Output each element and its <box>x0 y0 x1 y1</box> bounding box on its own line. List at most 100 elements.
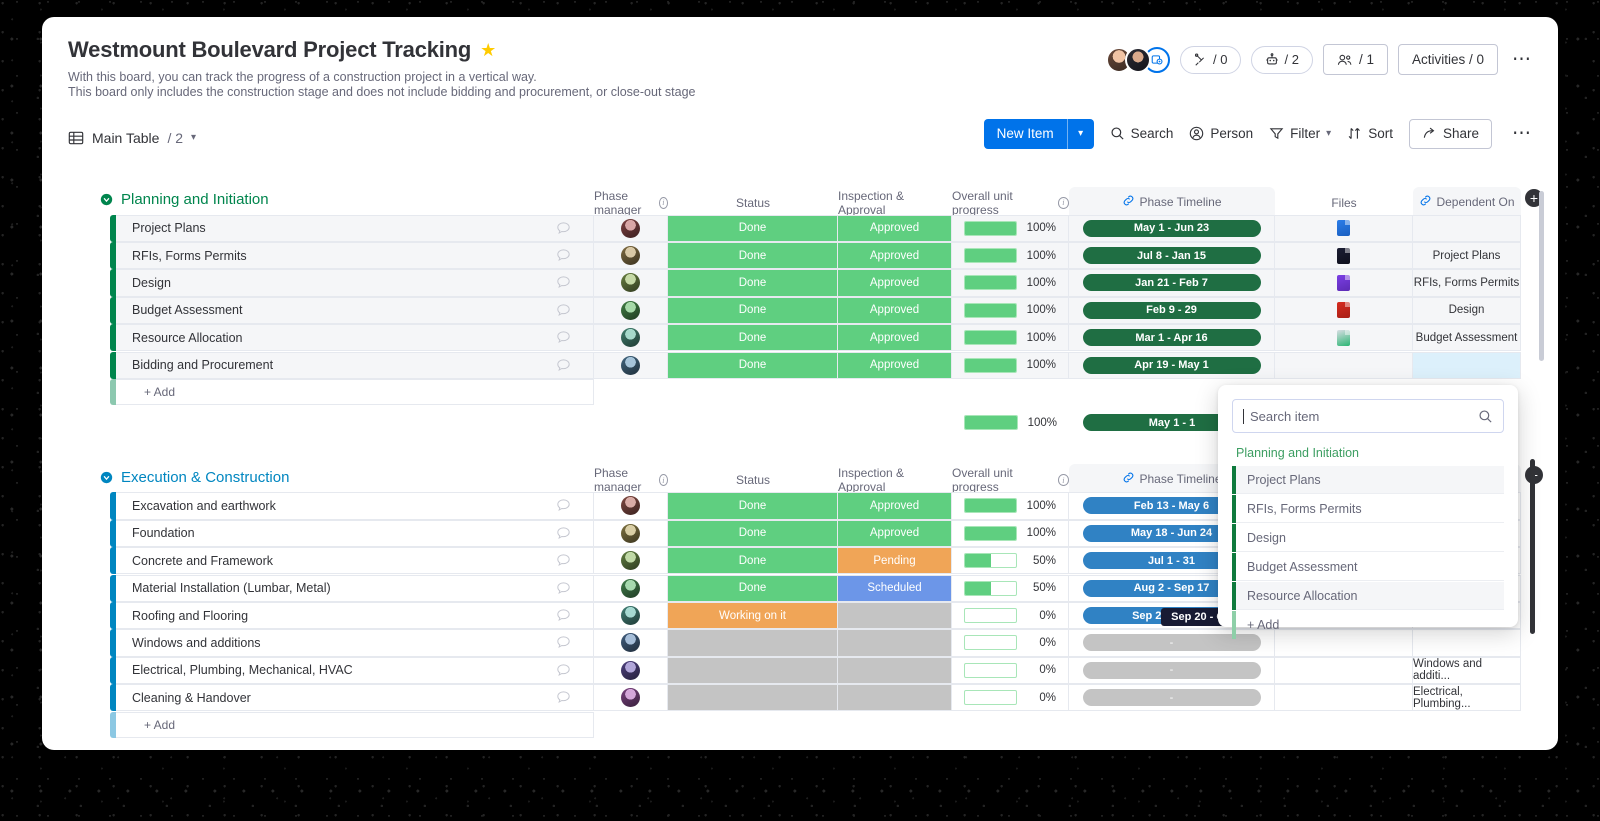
column-header-inspection-approval[interactable]: Inspection & Approval <box>838 189 952 217</box>
info-icon[interactable]: i <box>1057 474 1069 487</box>
person-filter-button[interactable]: Person <box>1189 126 1253 141</box>
phase-manager-cell[interactable] <box>594 241 668 270</box>
column-header-inspection-approval[interactable]: Inspection & Approval <box>838 466 952 494</box>
table-row[interactable]: Roofing and Flooring <box>110 601 594 630</box>
new-item-dropdown-icon[interactable]: ▾ <box>1068 119 1094 149</box>
inspection-approval-cell[interactable]: Scheduled <box>838 574 952 602</box>
column-header-overall-unit-progress[interactable]: Overall unit progress i <box>952 466 1069 494</box>
files-cell[interactable] <box>1275 269 1413 297</box>
row-name-cell[interactable]: Electrical, Plumbing, Mechanical, HVAC <box>116 656 594 685</box>
row-name-cell[interactable]: Design <box>116 269 594 297</box>
comment-bubble-icon[interactable] <box>556 608 571 626</box>
overall-unit-progress-cell[interactable]: 100% <box>952 241 1069 270</box>
phase-manager-cell[interactable] <box>594 269 668 297</box>
overall-unit-progress-cell[interactable]: 100% <box>952 296 1069 325</box>
overall-unit-progress-cell[interactable]: 100% <box>952 214 1069 242</box>
star-icon[interactable]: ★ <box>480 41 496 59</box>
comment-bubble-icon[interactable] <box>556 635 571 653</box>
overall-unit-progress-cell[interactable]: 50% <box>952 547 1069 575</box>
comment-bubble-icon[interactable] <box>556 358 571 376</box>
avatar[interactable] <box>621 496 640 516</box>
table-row[interactable]: Cleaning & Handover <box>110 684 594 712</box>
integrations-button[interactable]: / 0 <box>1180 45 1242 74</box>
phase-timeline-cell[interactable]: Feb 9 - 29 <box>1069 296 1275 325</box>
avatar[interactable] <box>621 218 640 238</box>
comment-bubble-icon[interactable] <box>556 330 571 348</box>
table-row[interactable]: Design <box>110 269 594 297</box>
avatar[interactable] <box>621 606 640 626</box>
add-item-row[interactable]: + Add <box>110 711 594 738</box>
file-icon-dots[interactable] <box>1337 247 1350 264</box>
avatar[interactable] <box>621 523 640 543</box>
avatar[interactable] <box>621 660 640 680</box>
dependent-on-cell[interactable] <box>1413 351 1521 379</box>
table-row[interactable]: Material Installation (Lumbar, Metal) <box>110 574 594 602</box>
inspection-approval-cell[interactable] <box>838 656 952 685</box>
status-cell[interactable] <box>668 684 838 712</box>
avatar[interactable] <box>621 328 640 348</box>
dependent-on-cell[interactable]: Design <box>1413 296 1521 325</box>
overall-unit-progress-cell[interactable]: 100% <box>952 351 1069 379</box>
row-name-cell[interactable]: Resource Allocation <box>116 324 594 352</box>
chevron-down-icon[interactable]: ▾ <box>191 132 196 143</box>
info-icon[interactable]: i <box>658 474 668 487</box>
inspection-approval-cell[interactable] <box>838 629 952 657</box>
phase-timeline-cell[interactable]: Jan 21 - Feb 7 <box>1069 269 1275 297</box>
comment-bubble-icon[interactable] <box>556 303 571 321</box>
phase-timeline-cell[interactable]: - <box>1069 656 1275 685</box>
files-cell[interactable] <box>1275 656 1413 685</box>
status-cell[interactable]: Done <box>668 241 838 270</box>
overall-unit-progress-cell[interactable]: 0% <box>952 629 1069 657</box>
row-name-cell[interactable]: Material Installation (Lumbar, Metal) <box>116 574 594 602</box>
popup-list-item[interactable]: Design <box>1232 524 1504 552</box>
collapse-group-icon[interactable] <box>100 471 113 484</box>
overall-unit-progress-cell[interactable]: 0% <box>952 684 1069 712</box>
table-row[interactable]: Budget Assessment <box>110 296 594 325</box>
file-icon-purple[interactable] <box>1337 274 1350 291</box>
add-item-row[interactable]: + Add <box>110 378 594 405</box>
status-cell[interactable]: Done <box>668 351 838 379</box>
dependent-on-cell[interactable]: RFIs, Forms Permits <box>1413 269 1521 297</box>
status-cell[interactable]: Done <box>668 214 838 242</box>
vertical-scrollbar[interactable] <box>1530 458 1535 634</box>
dependent-on-cell[interactable]: Electrical, Plumbing... <box>1413 684 1521 712</box>
phase-manager-cell[interactable] <box>594 656 668 685</box>
column-header-status[interactable]: Status <box>668 189 838 217</box>
row-name-cell[interactable]: Roofing and Flooring <box>116 601 594 630</box>
info-icon[interactable]: i <box>1057 196 1069 209</box>
status-cell[interactable]: Working on it <box>668 601 838 630</box>
phase-manager-cell[interactable] <box>594 601 668 630</box>
phase-manager-cell[interactable] <box>594 547 668 575</box>
add-item-label[interactable]: + Add <box>116 711 594 738</box>
dependent-on-cell[interactable]: Budget Assessment <box>1413 324 1521 352</box>
timeline-pill[interactable]: Jul 8 - Jan 15 <box>1082 247 1261 265</box>
automations-button[interactable]: / 2 <box>1251 45 1313 74</box>
dependent-on-cell[interactable]: Windows and additi... <box>1413 656 1521 685</box>
popup-add-item[interactable]: + Add <box>1232 611 1504 639</box>
comment-bubble-icon[interactable] <box>556 553 571 571</box>
row-name-cell[interactable]: Excavation and earthwork <box>116 492 594 520</box>
file-icon-drive[interactable] <box>1337 220 1350 237</box>
new-item-button[interactable]: New Item ▾ <box>983 118 1094 149</box>
phase-timeline-cell[interactable]: May 1 - Jun 23 <box>1069 214 1275 242</box>
phase-manager-cell[interactable] <box>594 351 668 379</box>
row-name-cell[interactable]: Budget Assessment <box>116 296 594 325</box>
group-title[interactable]: Planning and Initiation <box>121 191 269 208</box>
comment-bubble-icon[interactable] <box>556 690 571 708</box>
avatar[interactable] <box>621 355 640 375</box>
dependent-on-cell[interactable] <box>1413 214 1521 242</box>
table-row[interactable]: RFIs, Forms Permits <box>110 241 594 270</box>
table-row[interactable]: Resource Allocation <box>110 324 594 352</box>
overall-unit-progress-cell[interactable]: 100% <box>952 324 1069 352</box>
row-name-cell[interactable]: Bidding and Procurement <box>116 351 594 379</box>
search-button[interactable]: Search <box>1110 126 1173 141</box>
overall-unit-progress-cell[interactable]: 100% <box>952 492 1069 520</box>
board-members-button[interactable]: / 1 <box>1322 44 1388 75</box>
inspection-approval-cell[interactable]: Approved <box>838 519 952 548</box>
timeline-pill[interactable]: May 1 - Jun 23 <box>1082 219 1261 237</box>
phase-timeline-cell[interactable]: Mar 1 - Apr 16 <box>1069 324 1275 352</box>
activities-button[interactable]: Activities / 0 <box>1397 44 1498 75</box>
comment-bubble-icon[interactable] <box>556 526 571 544</box>
inspection-approval-cell[interactable]: Approved <box>838 351 952 379</box>
phase-manager-cell[interactable] <box>594 684 668 712</box>
